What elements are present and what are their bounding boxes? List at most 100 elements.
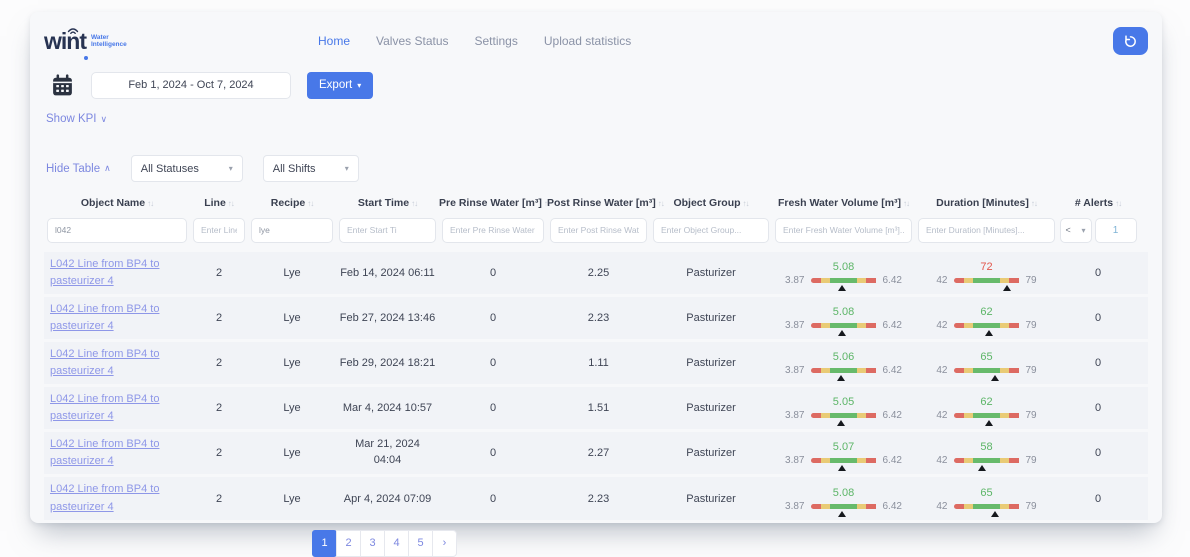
status-filter-select[interactable]: All Statuses ▾: [131, 155, 243, 182]
sort-icon[interactable]: ↑↓: [228, 199, 234, 208]
cell-pre-rinse-water: 0: [439, 267, 547, 279]
gauge-marker-icon: [838, 285, 846, 291]
page-button-1[interactable]: 1: [312, 530, 337, 557]
filter-post-rinse-input[interactable]: [550, 218, 647, 243]
cell-line: 2: [190, 402, 248, 414]
chevron-down-icon: ∨: [101, 114, 108, 125]
gauge-bar: [811, 504, 877, 509]
table-row: L042 Line from BP4 to pasteurizer 4 2 Ly…: [44, 387, 1148, 429]
chevron-up-icon: ∧: [104, 163, 111, 174]
logo-wordmark: wint: [44, 30, 86, 53]
col-header-fresh-water: Fresh Water Volume [m³]↑↓: [772, 197, 915, 209]
gauge-bar: [954, 323, 1020, 328]
table-row: L042 Line from BP4 to pasteurizer 4 2 Ly…: [44, 252, 1148, 294]
cell-recipe: Lye: [248, 402, 336, 414]
object-name-link[interactable]: L042 Line from BP4 to pasteurizer 4: [50, 391, 184, 425]
sort-icon[interactable]: ↑↓: [307, 199, 313, 208]
logout-button[interactable]: [1113, 27, 1148, 55]
cell-start-time: Feb 27, 2024 13:46: [336, 312, 439, 324]
gauge-bar: [954, 368, 1020, 373]
filter-pre-rinse-input[interactable]: [442, 218, 544, 243]
gauge-bar: [954, 413, 1020, 418]
cell-fresh-water-volume: 5.05 3.87 6.42: [772, 394, 915, 422]
duration-gauge: 62 42 79: [915, 394, 1058, 422]
cell-pre-rinse-water: 0: [439, 493, 547, 505]
cell-object-group: Pasturizer: [650, 312, 772, 324]
cell-alerts: 0: [1058, 357, 1138, 369]
cell-recipe: Lye: [248, 447, 336, 459]
page-next-button[interactable]: ›: [432, 530, 457, 557]
gauge-bar: [811, 458, 877, 463]
table-row: L042 Line from BP4 to pasteurizer 4 2 Ly…: [44, 342, 1148, 384]
nav-item-home[interactable]: Home: [318, 34, 350, 48]
cell-fresh-water-volume: 5.08 3.87 6.42: [772, 304, 915, 332]
sort-icon[interactable]: ↑↓: [743, 199, 749, 208]
fresh-water-gauge: 5.08 3.87 6.42: [772, 485, 915, 513]
shift-filter-select[interactable]: All Shifts ▾: [263, 155, 359, 182]
object-name-link[interactable]: L042 Line from BP4 to pasteurizer 4: [50, 436, 184, 470]
alerts-operator-select[interactable]: < ▾: [1060, 218, 1092, 243]
caret-down-icon: ▾: [1081, 226, 1085, 235]
cell-line: 2: [190, 493, 248, 505]
cell-fresh-water-volume: 5.07 3.87 6.42: [772, 439, 915, 467]
nav-item-upload-statistics[interactable]: Upload statistics: [544, 34, 631, 48]
show-kpi-toggle[interactable]: Show KPI ∨: [44, 113, 107, 125]
filter-recipe-input[interactable]: [251, 218, 333, 243]
filter-start-time-input[interactable]: [339, 218, 436, 243]
cell-alerts: 0: [1058, 447, 1138, 459]
calendar-icon[interactable]: [50, 73, 75, 98]
brand-logo[interactable]: wint Water Intelligence: [44, 30, 127, 53]
object-name-link[interactable]: L042 Line from BP4 to pasteurizer 4: [50, 346, 184, 380]
gauge-marker-icon: [985, 420, 993, 426]
sort-icon[interactable]: ↑↓: [411, 199, 417, 208]
nav-item-settings[interactable]: Settings: [475, 34, 518, 48]
col-header-post-rinse: Post Rinse Water [m³]↑↓: [547, 197, 650, 209]
cell-line: 2: [190, 312, 248, 324]
filter-duration-input[interactable]: [918, 218, 1055, 243]
date-range-input[interactable]: [91, 72, 291, 99]
cell-duration: 65 42 79: [915, 349, 1058, 377]
table-filter-row: < ▾: [44, 214, 1148, 246]
gauge-marker-icon: [837, 420, 845, 426]
filter-object-name-input[interactable]: [47, 218, 187, 243]
cell-pre-rinse-water: 0: [439, 402, 547, 414]
gauge-min-label: 3.87: [785, 410, 804, 421]
gauge-value: 58: [980, 441, 992, 453]
col-header-line: Line↑↓: [190, 197, 248, 209]
gauge-max-label: 79: [1026, 275, 1037, 286]
gauge-marker-icon: [838, 511, 846, 517]
gauge-value: 5.08: [833, 487, 854, 499]
object-name-link[interactable]: L042 Line from BP4 to pasteurizer 4: [50, 481, 184, 515]
filter-line-input[interactable]: [193, 218, 245, 243]
export-button[interactable]: Export ▾: [307, 72, 373, 99]
filter-alerts-input[interactable]: [1095, 218, 1137, 243]
page-button-4[interactable]: 4: [384, 530, 409, 557]
fresh-water-gauge: 5.05 3.87 6.42: [772, 394, 915, 422]
cell-alerts: 0: [1058, 312, 1138, 324]
sort-icon[interactable]: ↑↓: [147, 199, 153, 208]
nav-item-valves-status[interactable]: Valves Status: [376, 34, 448, 48]
cell-post-rinse-water: 1.51: [547, 402, 650, 414]
filter-fresh-water-input[interactable]: [775, 218, 912, 243]
gauge-min-label: 3.87: [785, 455, 804, 466]
sort-icon[interactable]: ↑↓: [903, 199, 909, 208]
cell-pre-rinse-water: 0: [439, 312, 547, 324]
gauge-marker-icon: [838, 330, 846, 336]
object-name-link[interactable]: L042 Line from BP4 to pasteurizer 4: [50, 256, 184, 290]
filter-object-group-input[interactable]: [653, 218, 769, 243]
fresh-water-gauge: 5.08 3.87 6.42: [772, 259, 915, 287]
gauge-min-label: 42: [936, 455, 947, 466]
main-card: wint Water Intelligence Home Valves Stat…: [30, 12, 1162, 523]
cell-object-group: Pasturizer: [650, 493, 772, 505]
main-nav: Home Valves Status Settings Upload stati…: [318, 18, 631, 64]
duration-gauge: 65 42 79: [915, 349, 1058, 377]
hide-table-toggle[interactable]: Hide Table ∧: [46, 163, 111, 175]
sort-icon[interactable]: ↑↓: [1031, 199, 1037, 208]
page-button-5[interactable]: 5: [408, 530, 433, 557]
page-button-2[interactable]: 2: [336, 530, 361, 557]
table-row: L042 Line from BP4 to pasteurizer 4 2 Ly…: [44, 432, 1148, 474]
object-name-link[interactable]: L042 Line from BP4 to pasteurizer 4: [50, 301, 184, 335]
sort-icon[interactable]: ↑↓: [1115, 199, 1121, 208]
gauge-bar: [954, 458, 1020, 463]
page-button-3[interactable]: 3: [360, 530, 385, 557]
